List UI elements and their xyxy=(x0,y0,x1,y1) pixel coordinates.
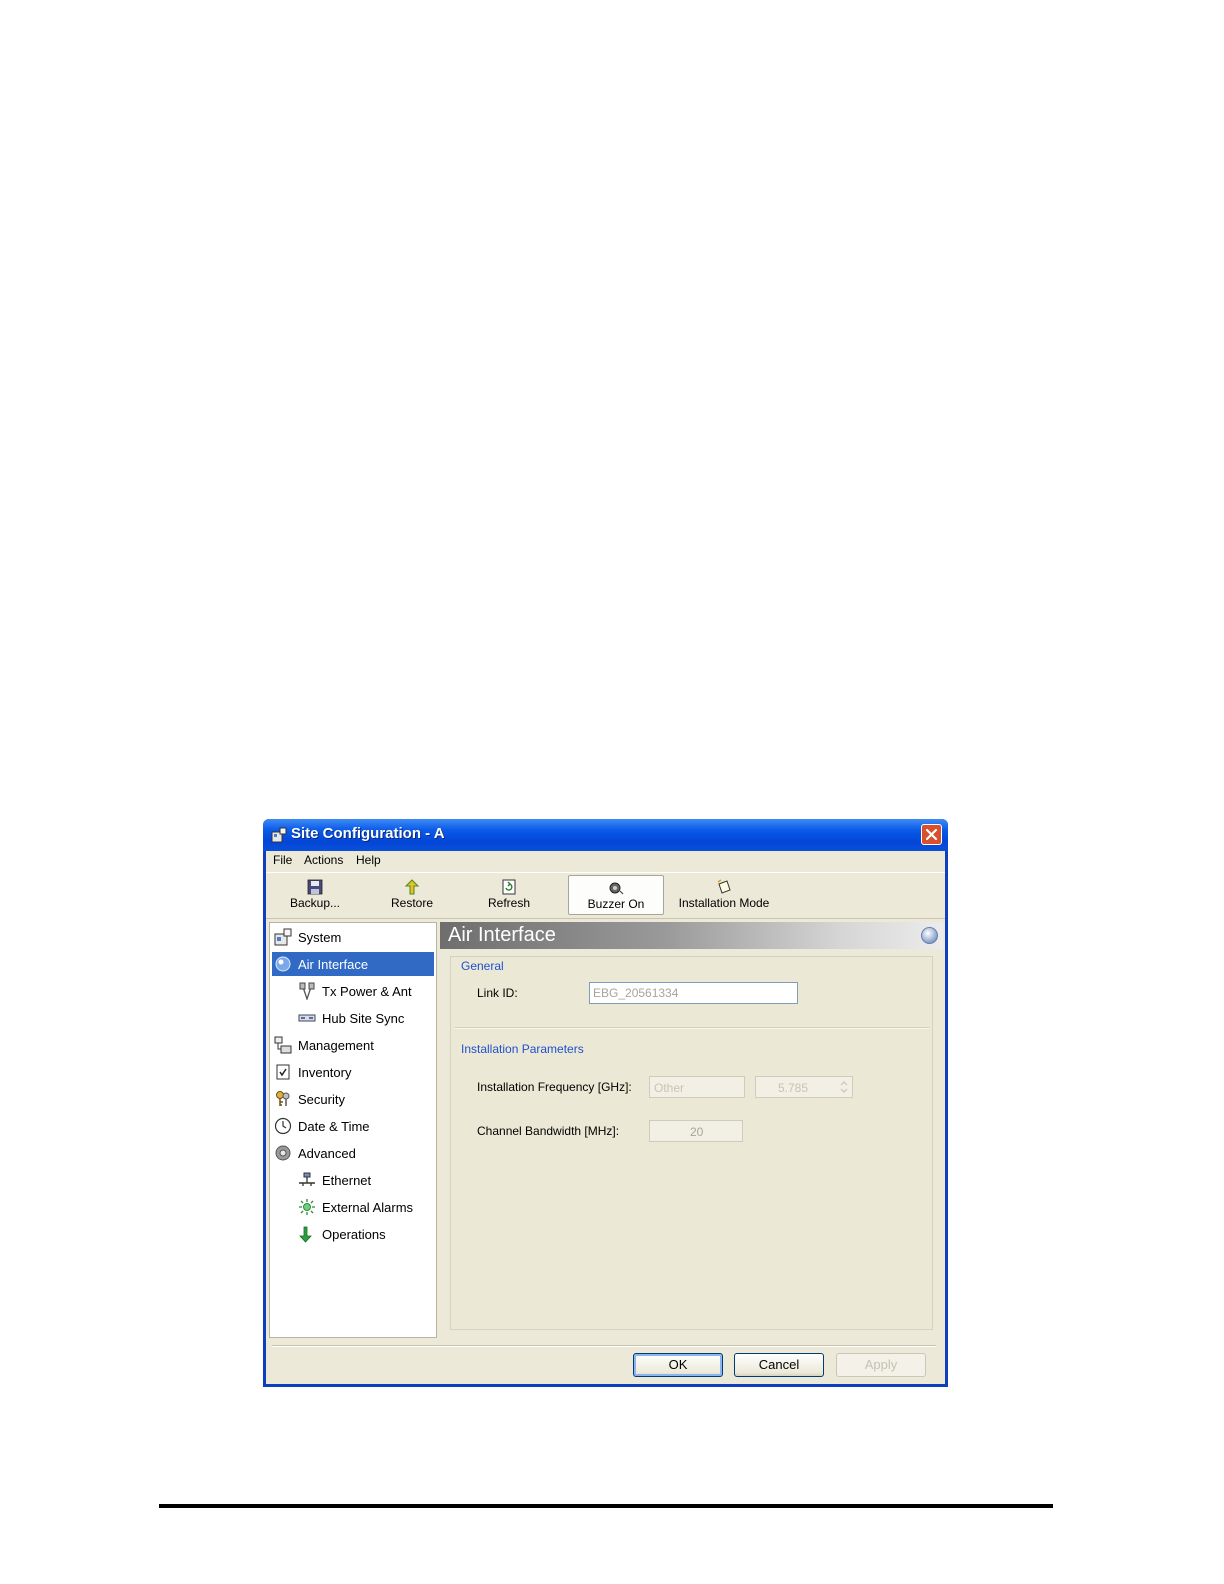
nav-item-security[interactable]: Security xyxy=(272,1087,434,1111)
nav-label-inventory: Inventory xyxy=(298,1064,352,1080)
channel-bandwidth-value: 20 xyxy=(690,1125,704,1139)
installation-frequency-spinner[interactable]: 5.785 xyxy=(755,1076,853,1098)
nav-item-tx-power[interactable]: Tx Power & Ant xyxy=(296,979,434,1003)
settings-panel: General Link ID: EBG_20561334 Installati… xyxy=(450,956,933,1330)
menu-file[interactable]: File xyxy=(273,853,292,867)
security-keys-icon xyxy=(276,1091,290,1106)
restore-label: Restore xyxy=(390,896,434,910)
refresh-label: Refresh xyxy=(487,896,531,910)
buzzer-icon xyxy=(609,882,624,895)
checklist-icon xyxy=(276,1064,290,1080)
nav-label-advanced: Advanced xyxy=(298,1145,356,1161)
backup-button[interactable]: Backup... xyxy=(280,875,350,915)
refresh-button[interactable]: Refresh xyxy=(478,875,540,915)
system-icon xyxy=(274,928,292,946)
down-arrow-icon xyxy=(299,1226,312,1243)
nav-item-ethernet[interactable]: Ethernet xyxy=(296,1168,434,1192)
channel-bandwidth-label: Channel Bandwidth [MHz]: xyxy=(477,1124,620,1138)
restore-arrow-icon xyxy=(404,879,420,895)
gear-icon xyxy=(275,1145,291,1161)
menu-help[interactable]: Help xyxy=(356,853,381,867)
installation-mode-icon xyxy=(717,879,731,894)
buzzer-on-button[interactable]: Buzzer On xyxy=(568,875,664,915)
nav-item-hub-site-sync[interactable]: Hub Site Sync xyxy=(296,1006,434,1030)
nav-label-system: System xyxy=(298,929,342,945)
window-client-area: File Actions Help Backup... Restore Refr… xyxy=(266,851,945,1384)
page-title: Air Interface xyxy=(448,924,556,946)
installation-frequency-label: Installation Frequency [GHz]: xyxy=(477,1080,632,1094)
menu-bar: File Actions Help xyxy=(266,851,945,871)
site-config-icon xyxy=(271,827,287,843)
link-id-input[interactable]: EBG_20561334 xyxy=(589,982,798,1004)
section-divider xyxy=(455,1027,929,1029)
nav-label-date-time: Date & Time xyxy=(298,1118,370,1134)
buzzer-label: Buzzer On xyxy=(587,897,645,911)
window-title: Site Configuration - A xyxy=(291,825,445,842)
close-icon xyxy=(925,828,938,841)
management-icon xyxy=(274,1036,292,1054)
bottom-separator xyxy=(272,1345,936,1347)
toolbar: Backup... Restore Refresh Buzzer On Inst… xyxy=(266,872,945,919)
nav-label-management: Management xyxy=(298,1037,374,1053)
navigation-tree: System Air Interface Tx Power & Ant Hub … xyxy=(269,922,437,1338)
group-installation-parameters: Installation Parameters xyxy=(461,1042,584,1056)
nav-item-operations[interactable]: Operations xyxy=(296,1222,434,1246)
ethernet-icon xyxy=(299,1172,315,1186)
ok-button[interactable]: OK xyxy=(633,1353,723,1377)
info-icon[interactable] xyxy=(921,927,938,944)
nav-label-security: Security xyxy=(298,1091,345,1107)
nav-item-external-alarms[interactable]: External Alarms xyxy=(296,1195,434,1219)
clock-icon xyxy=(274,1117,292,1135)
page-bottom-rule xyxy=(159,1504,1053,1508)
content-pane: Air Interface General Link ID: EBG_20561… xyxy=(440,922,943,1338)
restore-button[interactable]: Restore xyxy=(382,875,442,915)
antenna-icon xyxy=(299,982,315,1000)
title-bar[interactable]: Site Configuration - A xyxy=(263,819,948,851)
site-configuration-window: Site Configuration - A File Actions Help… xyxy=(263,819,948,1387)
menu-actions[interactable]: Actions xyxy=(304,853,343,867)
nav-item-air-interface[interactable]: Air Interface xyxy=(272,952,434,976)
nav-item-advanced[interactable]: Advanced xyxy=(272,1141,434,1165)
nav-label-ethernet: Ethernet xyxy=(322,1172,372,1188)
nav-item-date-time[interactable]: Date & Time xyxy=(272,1114,434,1138)
nav-label-hub-site-sync: Hub Site Sync xyxy=(322,1010,405,1026)
hub-sync-icon xyxy=(298,1014,316,1022)
installation-mode-button[interactable]: Installation Mode xyxy=(672,875,776,915)
floppy-disk-icon xyxy=(307,879,323,895)
channel-bandwidth-input[interactable]: 20 xyxy=(649,1120,743,1142)
apply-button[interactable]: Apply xyxy=(836,1353,926,1377)
nav-label-operations: Operations xyxy=(322,1226,386,1242)
installation-frequency-select-value: Other xyxy=(654,1081,685,1095)
backup-label: Backup... xyxy=(289,896,341,910)
nav-label-external-alarms: External Alarms xyxy=(322,1199,414,1215)
spinner-arrows-icon xyxy=(840,1081,848,1093)
air-interface-icon xyxy=(275,956,291,972)
installation-frequency-value: 5.785 xyxy=(778,1081,809,1095)
installation-mode-label: Installation Mode xyxy=(678,896,770,910)
close-button[interactable] xyxy=(921,824,942,845)
nav-item-system[interactable]: System xyxy=(272,925,434,949)
alarm-icon xyxy=(299,1199,315,1215)
group-general: General xyxy=(461,959,504,973)
section-header: Air Interface xyxy=(440,922,943,949)
nav-label-tx-power: Tx Power & Ant xyxy=(322,983,412,999)
nav-item-inventory[interactable]: Inventory xyxy=(272,1060,434,1084)
nav-label-air-interface: Air Interface xyxy=(298,956,369,972)
cancel-button[interactable]: Cancel xyxy=(734,1353,824,1377)
link-id-label: Link ID: xyxy=(477,986,518,1000)
installation-frequency-select[interactable]: Other xyxy=(649,1076,745,1098)
refresh-icon xyxy=(502,879,516,895)
nav-item-management[interactable]: Management xyxy=(272,1033,434,1057)
